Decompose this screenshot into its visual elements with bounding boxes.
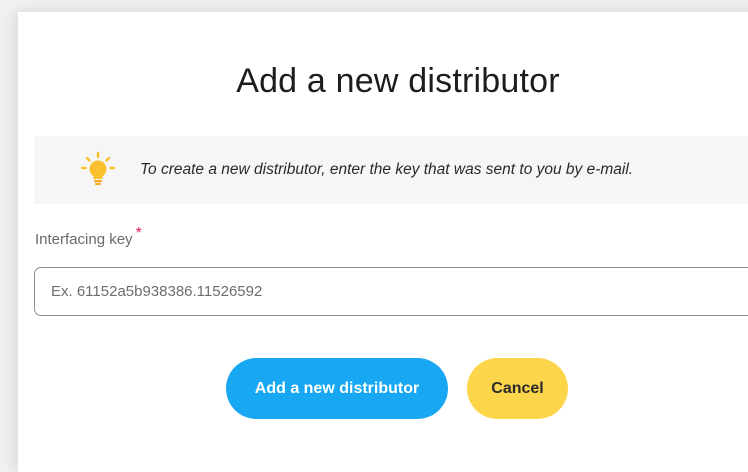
lightbulb-icon xyxy=(78,150,118,190)
hint-text: To create a new distributor, enter the k… xyxy=(140,161,634,178)
interfacing-key-label: Interfacing key * xyxy=(35,225,142,249)
cancel-button[interactable]: Cancel xyxy=(467,358,568,419)
info-hint-box: To create a new distributor, enter the k… xyxy=(34,136,748,204)
required-marker: * xyxy=(135,225,142,242)
field-label-text: Interfacing key xyxy=(35,231,133,248)
interfacing-key-input[interactable] xyxy=(34,267,748,316)
add-distributor-dialog: Add a new distributor To create a new di… xyxy=(18,12,748,472)
dialog-title: Add a new distributor xyxy=(236,62,560,100)
add-distributor-button[interactable]: Add a new distributor xyxy=(226,358,448,419)
